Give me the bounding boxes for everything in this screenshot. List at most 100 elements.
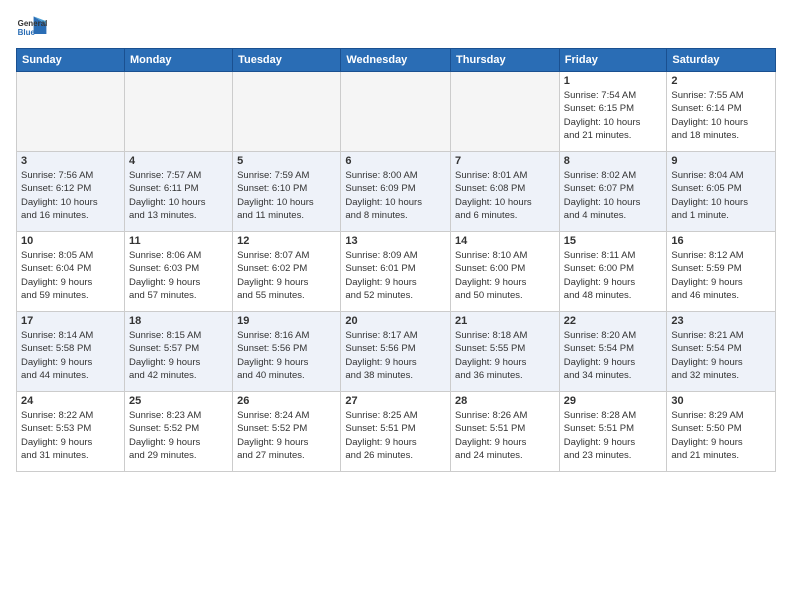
day-info-line: Sunrise: 8:06 AM: [129, 249, 228, 262]
day-info-line: Sunrise: 8:10 AM: [455, 249, 555, 262]
calendar-cell: 21Sunrise: 8:18 AMSunset: 5:55 PMDayligh…: [451, 312, 560, 392]
day-info: Sunrise: 8:29 AMSunset: 5:50 PMDaylight:…: [671, 409, 771, 462]
day-info-line: Sunset: 6:03 PM: [129, 262, 228, 275]
day-info-line: Sunset: 6:02 PM: [237, 262, 336, 275]
day-info-line: Sunrise: 8:25 AM: [345, 409, 446, 422]
day-info-line: and 4 minutes.: [564, 209, 663, 222]
day-number: 10: [21, 235, 120, 247]
calendar-cell: 11Sunrise: 8:06 AMSunset: 6:03 PMDayligh…: [124, 232, 232, 312]
calendar-cell: 2Sunrise: 7:55 AMSunset: 6:14 PMDaylight…: [667, 72, 776, 152]
day-info-line: Sunrise: 8:04 AM: [671, 169, 771, 182]
day-info-line: and 27 minutes.: [237, 449, 336, 462]
day-info-line: and 50 minutes.: [455, 289, 555, 302]
day-info-line: Daylight: 9 hours: [455, 436, 555, 449]
day-number: 4: [129, 155, 228, 167]
calendar-cell: [17, 72, 125, 152]
day-info-line: Sunset: 6:09 PM: [345, 182, 446, 195]
calendar-cell: 8Sunrise: 8:02 AMSunset: 6:07 PMDaylight…: [559, 152, 667, 232]
day-info-line: Sunset: 6:07 PM: [564, 182, 663, 195]
day-number: 14: [455, 235, 555, 247]
day-info-line: Daylight: 10 hours: [455, 196, 555, 209]
day-info: Sunrise: 8:24 AMSunset: 5:52 PMDaylight:…: [237, 409, 336, 462]
day-info-line: Sunset: 5:52 PM: [129, 422, 228, 435]
calendar-cell: 28Sunrise: 8:26 AMSunset: 5:51 PMDayligh…: [451, 392, 560, 472]
day-number: 9: [671, 155, 771, 167]
logo: General Blue: [16, 10, 52, 42]
day-info-line: and 46 minutes.: [671, 289, 771, 302]
day-info-line: and 31 minutes.: [21, 449, 120, 462]
calendar-header: SundayMondayTuesdayWednesdayThursdayFrid…: [17, 49, 776, 72]
weekday-header-thursday: Thursday: [451, 49, 560, 72]
day-info-line: Sunset: 5:53 PM: [21, 422, 120, 435]
day-info-line: Sunrise: 7:56 AM: [21, 169, 120, 182]
calendar-cell: 18Sunrise: 8:15 AMSunset: 5:57 PMDayligh…: [124, 312, 232, 392]
weekday-header-friday: Friday: [559, 49, 667, 72]
day-info-line: Sunrise: 8:02 AM: [564, 169, 663, 182]
day-info: Sunrise: 8:01 AMSunset: 6:08 PMDaylight:…: [455, 169, 555, 222]
day-info-line: and 6 minutes.: [455, 209, 555, 222]
day-info-line: and 36 minutes.: [455, 369, 555, 382]
day-info-line: and 38 minutes.: [345, 369, 446, 382]
day-info: Sunrise: 8:20 AMSunset: 5:54 PMDaylight:…: [564, 329, 663, 382]
day-number: 19: [237, 315, 336, 327]
calendar-cell: 4 Sunrise: 7:57 AMSunset: 6:11 PMDaylight…: [124, 152, 232, 232]
day-info-line: Sunrise: 8:07 AM: [237, 249, 336, 262]
day-info-line: Daylight: 10 hours: [564, 116, 663, 129]
day-number: 29: [564, 395, 663, 407]
day-info: Sunrise: 7:56 AMSunset: 6:12 PMDaylight:…: [21, 169, 120, 222]
day-info-line: Sunrise: 8:14 AM: [21, 329, 120, 342]
day-number: 27: [345, 395, 446, 407]
day-info-line: and 26 minutes.: [345, 449, 446, 462]
day-info-line: and 21 minutes.: [671, 449, 771, 462]
logo-icon: General Blue: [16, 10, 48, 42]
day-info-line: Sunset: 6:01 PM: [345, 262, 446, 275]
day-info: Sunrise: 8:09 AMSunset: 6:01 PMDaylight:…: [345, 249, 446, 302]
weekday-header-tuesday: Tuesday: [233, 49, 341, 72]
day-number: 11: [129, 235, 228, 247]
day-info-line: Sunrise: 7:55 AM: [671, 89, 771, 102]
day-info-line: Sunset: 6:12 PM: [21, 182, 120, 195]
page: General Blue SundayMondayTuesdayWednesda…: [0, 0, 792, 482]
day-info-line: Daylight: 9 hours: [671, 356, 771, 369]
day-info: Sunrise: 7:57 AMSunset: 6:11 PMDaylight:…: [129, 169, 228, 222]
svg-text:General: General: [18, 19, 48, 28]
day-info-line: Daylight: 9 hours: [564, 436, 663, 449]
calendar-cell: 17Sunrise: 8:14 AMSunset: 5:58 PMDayligh…: [17, 312, 125, 392]
day-info-line: and 23 minutes.: [564, 449, 663, 462]
day-info-line: Sunrise: 7:54 AM: [564, 89, 663, 102]
calendar: SundayMondayTuesdayWednesdayThursdayFrid…: [16, 48, 776, 472]
calendar-cell: [124, 72, 232, 152]
day-info: Sunrise: 8:11 AMSunset: 6:00 PMDaylight:…: [564, 249, 663, 302]
day-number: 26: [237, 395, 336, 407]
day-info: Sunrise: 8:21 AMSunset: 5:54 PMDaylight:…: [671, 329, 771, 382]
day-info-line: Daylight: 9 hours: [455, 356, 555, 369]
day-number: 25: [129, 395, 228, 407]
weekday-header-saturday: Saturday: [667, 49, 776, 72]
day-info: Sunrise: 8:18 AMSunset: 5:55 PMDaylight:…: [455, 329, 555, 382]
day-info-line: Daylight: 9 hours: [345, 276, 446, 289]
calendar-cell: 14 Sunrise: 8:10 AMSunset: 6:00 PMDayligh…: [451, 232, 560, 312]
weekday-header-wednesday: Wednesday: [341, 49, 451, 72]
calendar-cell: 10Sunrise: 8:05 AMSunset: 6:04 PMDayligh…: [17, 232, 125, 312]
day-number: 1: [564, 75, 663, 87]
day-info-line: Daylight: 9 hours: [455, 276, 555, 289]
calendar-cell: 20Sunrise: 8:17 AMSunset: 5:56 PMDayligh…: [341, 312, 451, 392]
day-info: Sunrise: 8:25 AMSunset: 5:51 PMDaylight:…: [345, 409, 446, 462]
day-number: 28: [455, 395, 555, 407]
weekday-header-row: SundayMondayTuesdayWednesdayThursdayFrid…: [17, 49, 776, 72]
day-info-line: Sunset: 6:00 PM: [455, 262, 555, 275]
day-info-line: and 48 minutes.: [564, 289, 663, 302]
week-row-1: 1Sunrise: 7:54 AMSunset: 6:15 PMDaylight…: [17, 72, 776, 152]
day-info-line: Sunrise: 8:24 AM: [237, 409, 336, 422]
day-number: 8: [564, 155, 663, 167]
day-info-line: Sunset: 6:11 PM: [129, 182, 228, 195]
day-number: 22: [564, 315, 663, 327]
calendar-cell: 5Sunrise: 7:59 AMSunset: 6:10 PMDaylight…: [233, 152, 341, 232]
day-info-line: Sunrise: 8:23 AM: [129, 409, 228, 422]
day-info-line: and 44 minutes.: [21, 369, 120, 382]
day-info: Sunrise: 8:16 AMSunset: 5:56 PMDaylight:…: [237, 329, 336, 382]
day-info: Sunrise: 8:04 AMSunset: 6:05 PMDaylight:…: [671, 169, 771, 222]
day-info: Sunrise: 8:22 AMSunset: 5:53 PMDaylight:…: [21, 409, 120, 462]
day-info-line: Daylight: 9 hours: [21, 436, 120, 449]
day-info-line: Sunset: 6:08 PM: [455, 182, 555, 195]
